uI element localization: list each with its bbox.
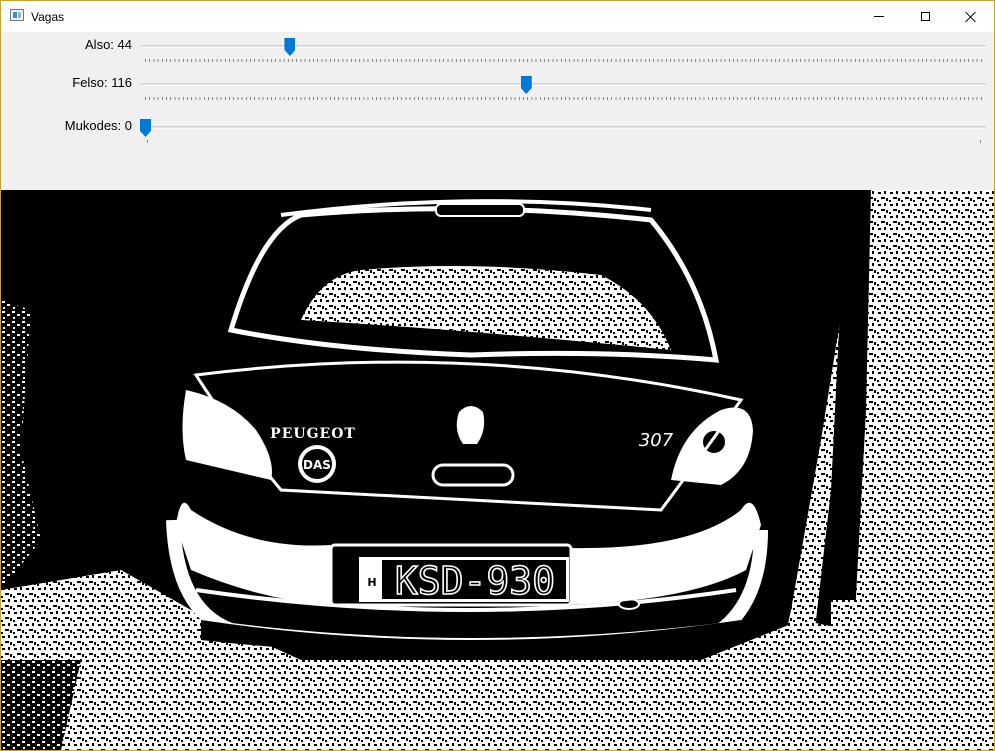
maximize-button[interactable] <box>902 1 948 32</box>
trackbar-thumb[interactable] <box>284 38 296 56</box>
trackbar-label: Felso: 116 <box>72 75 132 90</box>
binary-car-image: DAS PEUGEOT 307 H KSD-930 <box>1 190 994 750</box>
trackbar-thumb[interactable] <box>140 119 151 137</box>
title-bar[interactable]: Vagas <box>1 1 994 32</box>
plate-country: H <box>367 576 376 589</box>
brand-text: PEUGEOT <box>270 426 356 442</box>
threshold-image: DAS PEUGEOT 307 H KSD-930 <box>1 190 994 750</box>
trackbar-track[interactable] <box>141 83 986 86</box>
trackbar-thumb[interactable] <box>520 76 532 94</box>
trackbar-ticks <box>145 59 982 62</box>
trackbar-ticks <box>145 97 982 100</box>
minimize-button[interactable] <box>856 1 902 32</box>
minimize-icon <box>874 16 884 17</box>
trackbar-panel: Also: 44 Felso: 116 Mukodes: 0 <box>1 32 994 190</box>
plate-text: KSD-930 <box>395 559 555 603</box>
trackbar-also: Also: 44 <box>1 34 994 70</box>
trackbar-tick <box>980 140 981 143</box>
close-button[interactable] <box>948 1 994 32</box>
trackbar-mukodes: Mukodes: 0 <box>1 115 994 151</box>
trackbar-label: Mukodes: 0 <box>64 118 132 133</box>
app-window-icon <box>10 9 24 21</box>
trackbar-track[interactable] <box>141 126 986 129</box>
trackbar-label: Also: 44 <box>85 37 132 52</box>
model-text: 307 <box>639 430 674 451</box>
maximize-icon <box>920 12 930 21</box>
trackbar-felso: Felso: 116 <box>1 72 994 108</box>
close-icon <box>965 11 977 23</box>
badge-text: DAS <box>303 458 331 472</box>
app-window: Vagas Also: 44 Felso: 116 Mukodes: 0 DAS… <box>0 0 995 751</box>
window-title: Vagas <box>31 10 65 24</box>
trackbar-track[interactable] <box>141 45 986 48</box>
trackbar-tick <box>147 140 148 143</box>
